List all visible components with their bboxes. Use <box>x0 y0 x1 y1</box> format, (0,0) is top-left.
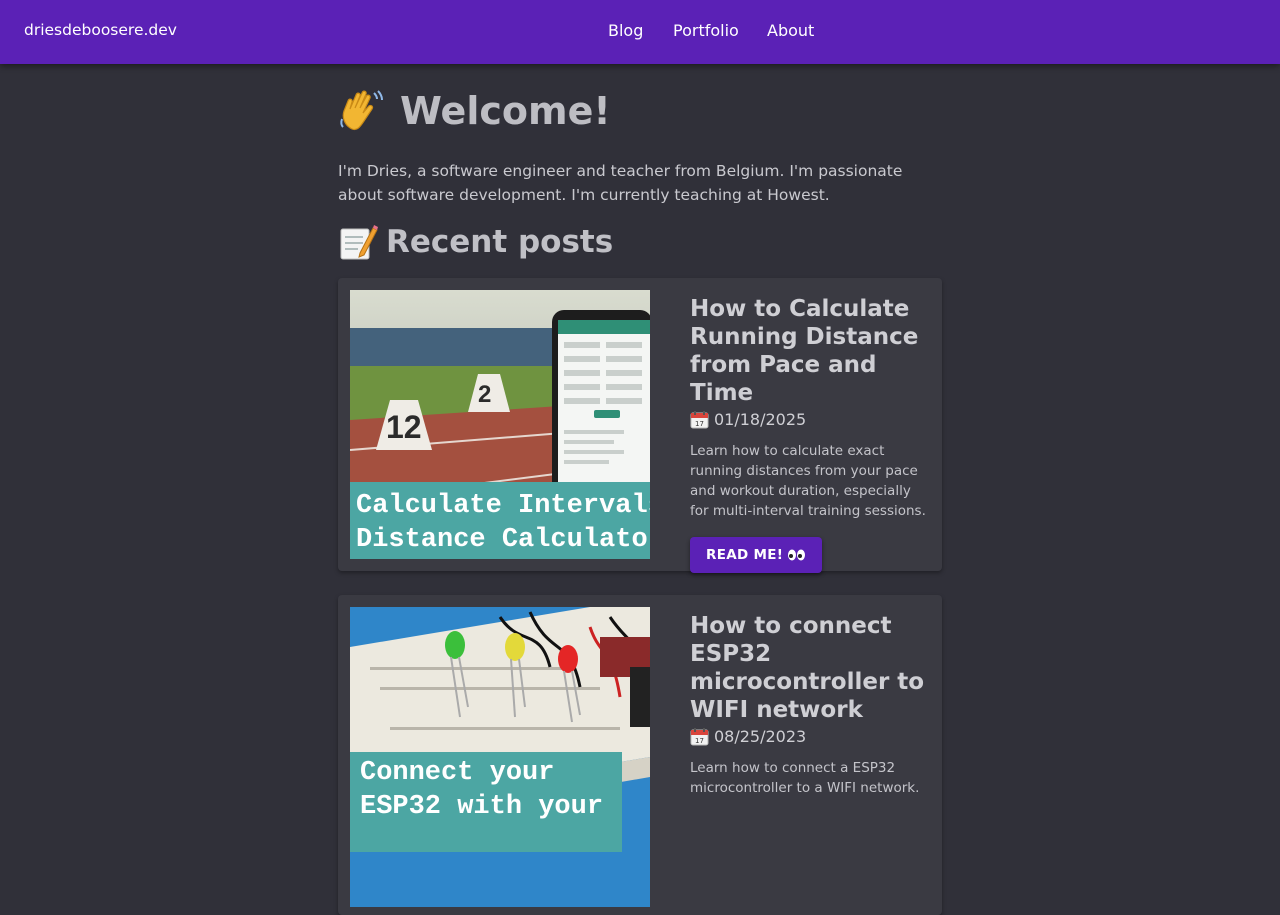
post-thumbnail[interactable]: 12 2 Calculate Intervals Distance Calcul… <box>350 290 650 559</box>
nav-portfolio[interactable]: Portfolio <box>673 21 739 40</box>
intro-text: I'm Dries, a software engineer and teach… <box>338 162 903 204</box>
read-me-button[interactable]: READ ME! <box>690 537 823 573</box>
calendar-icon: 17 <box>690 411 709 429</box>
recent-posts-heading: Recent posts <box>338 222 942 262</box>
brand-link[interactable]: driesdeboosere.dev <box>24 21 177 39</box>
post-card: 12 2 Calculate Intervals Distance Calcul… <box>338 278 942 573</box>
nav-blog[interactable]: Blog <box>608 21 643 40</box>
post-card: Connect your ESP32 with your How to conn… <box>338 595 942 915</box>
calendar-icon: 17 <box>690 728 709 746</box>
page-title: Welcome! <box>338 86 942 136</box>
thumbnail-caption-line: Calculate Intervals <box>356 491 650 521</box>
post-description: Learn how to connect a ESP32 microcontro… <box>690 760 920 796</box>
post-card-body: How to Calculate Running Distance from P… <box>690 295 926 573</box>
svg-text:2: 2 <box>478 381 491 408</box>
post-date-text: 01/18/2025 <box>714 410 807 429</box>
waving-hand-icon <box>340 90 383 131</box>
top-app-bar: driesdeboosere.dev Blog Portfolio About <box>0 0 1280 64</box>
breadboard-leds-image: Connect your ESP32 with your <box>350 607 650 907</box>
post-title[interactable]: How to connect ESP32 microcontroller to … <box>690 612 926 724</box>
nav-about[interactable]: About <box>767 21 814 40</box>
post-thumbnail[interactable]: Connect your ESP32 with your <box>350 607 650 907</box>
recent-posts-text: Recent posts <box>386 224 614 260</box>
post-date: 17 08/25/2023 <box>690 725 926 749</box>
read-me-label: READ ME! <box>706 547 784 563</box>
thumbnail-caption-line: ESP32 with your <box>360 792 603 822</box>
post-description: Learn how to calculate exact running dis… <box>690 443 926 519</box>
eyes-icon <box>788 549 806 561</box>
svg-text:17: 17 <box>695 737 704 745</box>
thumbnail-caption-line: Connect your <box>360 758 554 788</box>
running-track-image: 12 2 Calculate Intervals Distance Calcul… <box>350 290 650 559</box>
post-date: 17 01/18/2025 <box>690 408 926 432</box>
post-card-body: How to connect ESP32 microcontroller to … <box>690 612 926 798</box>
thumbnail-caption-line: Distance Calculator <box>356 525 650 555</box>
welcome-text: Welcome! <box>400 89 611 133</box>
memo-icon <box>340 225 378 260</box>
post-title[interactable]: How to Calculate Running Distance from P… <box>690 295 926 407</box>
svg-text:12: 12 <box>386 409 422 445</box>
post-date-text: 08/25/2023 <box>714 727 807 746</box>
svg-text:17: 17 <box>695 420 704 428</box>
